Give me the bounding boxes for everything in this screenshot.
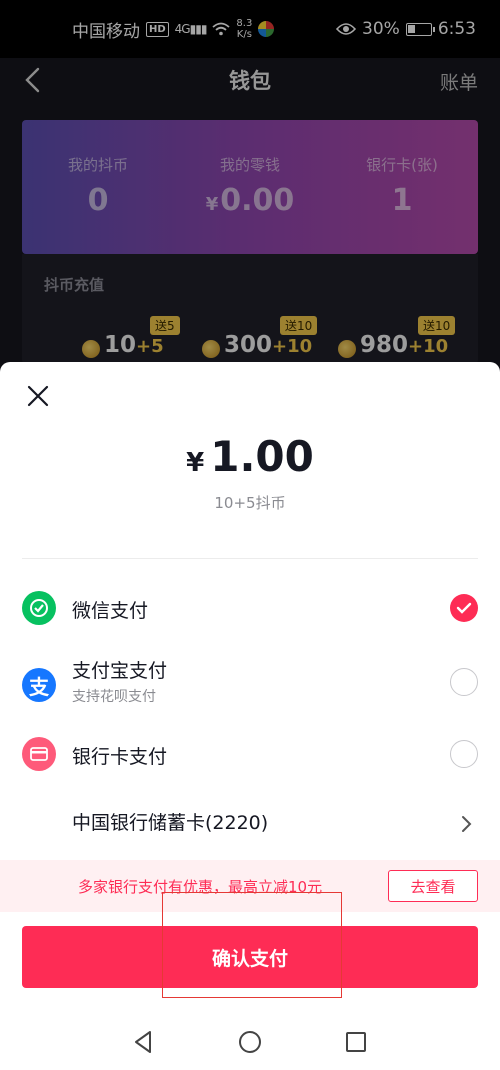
- wechat-pay-icon: [22, 591, 56, 625]
- bank-card-name: 中国银行储蓄卡(2220): [72, 812, 269, 834]
- bank-card-selector[interactable]: 中国银行储蓄卡(2220): [72, 808, 478, 844]
- pay-option-bank[interactable]: 银行卡支付: [0, 724, 500, 784]
- nav-recents-icon[interactable]: [342, 1028, 370, 1056]
- nav-back-icon[interactable]: [130, 1028, 158, 1056]
- radio-checked[interactable]: [450, 594, 478, 622]
- promo-view-button[interactable]: 去查看: [388, 870, 478, 902]
- chevron-right-icon: [462, 816, 472, 832]
- radio-unchecked[interactable]: [450, 668, 478, 696]
- alipay-icon: 支: [22, 668, 56, 702]
- pay-option-wechat[interactable]: 微信支付: [0, 578, 500, 638]
- close-icon[interactable]: [26, 384, 50, 408]
- pay-option-sub: 支持花呗支付: [72, 689, 156, 705]
- payment-sheet: ¥1.00 10+5抖币 微信支付 支 支付宝支付 支持花呗支付 银行卡支付 中…: [0, 362, 500, 1070]
- annotation-highlight-box: [162, 892, 342, 998]
- pay-option-label: 支付宝支付: [72, 660, 168, 682]
- radio-unchecked[interactable]: [450, 740, 478, 768]
- divider: [22, 558, 478, 559]
- bank-card-icon: [22, 737, 56, 771]
- pay-option-label: 银行卡支付: [72, 746, 168, 768]
- nav-home-icon[interactable]: [236, 1028, 264, 1056]
- payment-amount: ¥1.00: [186, 432, 314, 481]
- pay-option-alipay[interactable]: 支 支付宝支付 支持花呗支付: [0, 650, 500, 722]
- system-nav-bar: [0, 1014, 500, 1070]
- payment-item-desc: 10+5抖币: [214, 494, 286, 512]
- pay-option-label: 微信支付: [72, 600, 149, 622]
